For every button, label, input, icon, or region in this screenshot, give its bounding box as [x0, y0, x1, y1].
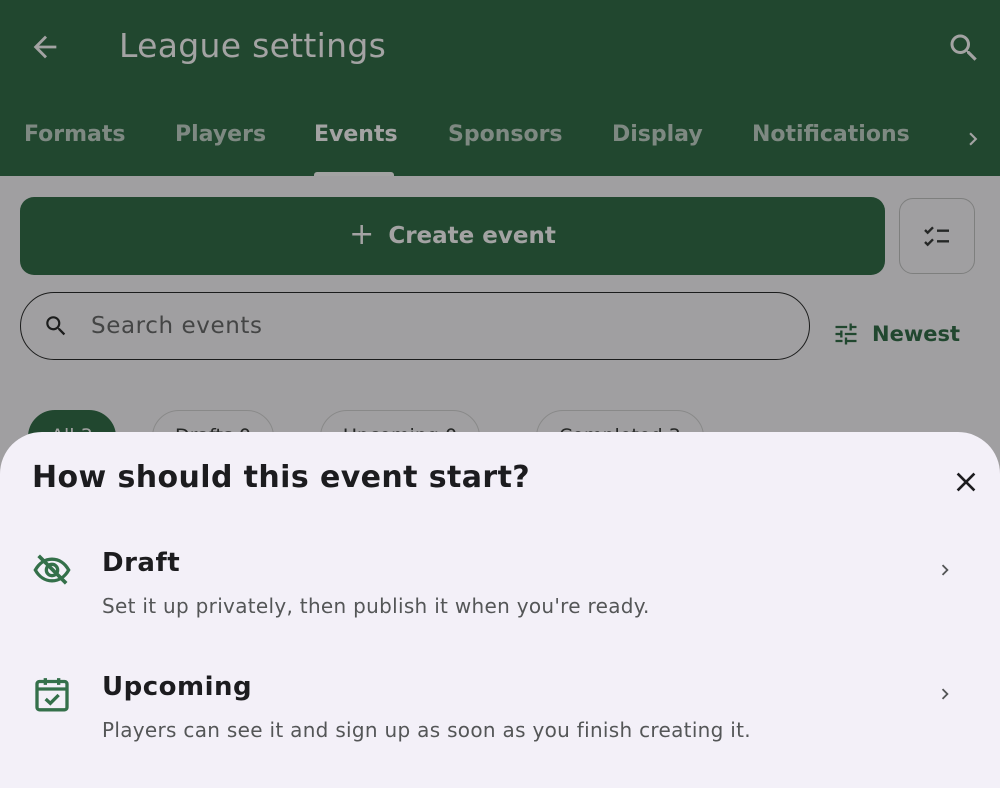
close-icon[interactable]	[950, 466, 982, 498]
start-mode-bottom-sheet: How should this event start? Draft Set i…	[0, 432, 1000, 788]
option-upcoming[interactable]: Upcoming Players can see it and sign up …	[0, 660, 1000, 770]
eye-off-icon	[33, 554, 71, 585]
option-draft-title: Draft	[102, 548, 181, 578]
calendar-check-icon	[35, 678, 69, 712]
chevron-right-icon	[941, 688, 949, 700]
sheet-title: How should this event start?	[32, 460, 531, 495]
option-upcoming-title: Upcoming	[102, 672, 253, 702]
option-upcoming-description: Players can see it and sign up as soon a…	[102, 718, 751, 742]
option-draft-description: Set it up privately, then publish it whe…	[102, 594, 650, 618]
chevron-right-icon	[941, 564, 949, 576]
option-draft[interactable]: Draft Set it up privately, then publish …	[0, 536, 1000, 646]
